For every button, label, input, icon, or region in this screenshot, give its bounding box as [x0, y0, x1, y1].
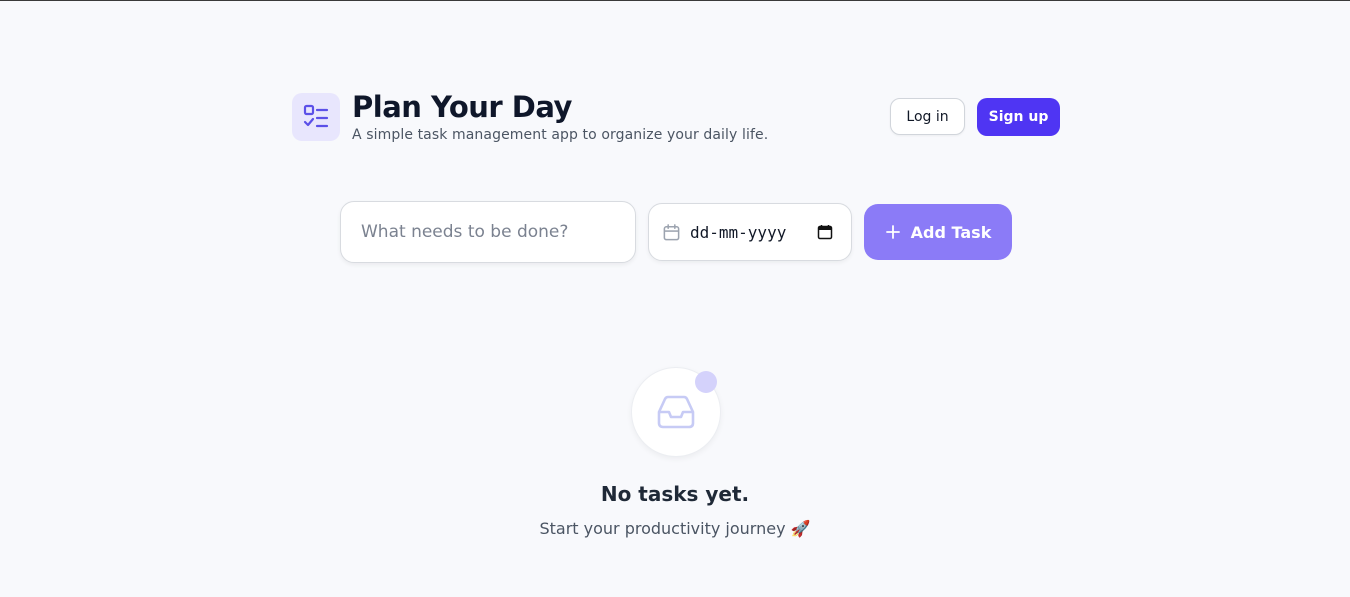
- empty-state-subtitle: Start your productivity journey 🚀: [539, 519, 811, 538]
- calendar-icon: [663, 224, 680, 241]
- date-input[interactable]: dd-mm-yyyy: [648, 203, 852, 261]
- header: Plan Your Day A simple task management a…: [292, 90, 1060, 145]
- page-subtitle: A simple task management app to organize…: [352, 127, 769, 143]
- login-button[interactable]: Log in: [890, 98, 965, 135]
- window-top-border: [0, 0, 1350, 1]
- signup-button[interactable]: Sign up: [977, 98, 1060, 136]
- add-task-label: Add Task: [910, 222, 992, 242]
- logo: [292, 93, 340, 141]
- date-picker-icon[interactable]: [817, 224, 833, 240]
- inbox-icon: [657, 395, 695, 429]
- decorative-dot: [695, 371, 717, 393]
- page-title: Plan Your Day: [352, 90, 572, 124]
- date-placeholder: dd-mm-yyyy: [690, 223, 787, 242]
- task-input[interactable]: [340, 201, 636, 263]
- plus-icon: [885, 225, 900, 239]
- task-list-icon: [303, 104, 329, 128]
- add-task-button[interactable]: Add Task: [864, 204, 1012, 260]
- empty-state-title: No tasks yet.: [600, 482, 750, 506]
